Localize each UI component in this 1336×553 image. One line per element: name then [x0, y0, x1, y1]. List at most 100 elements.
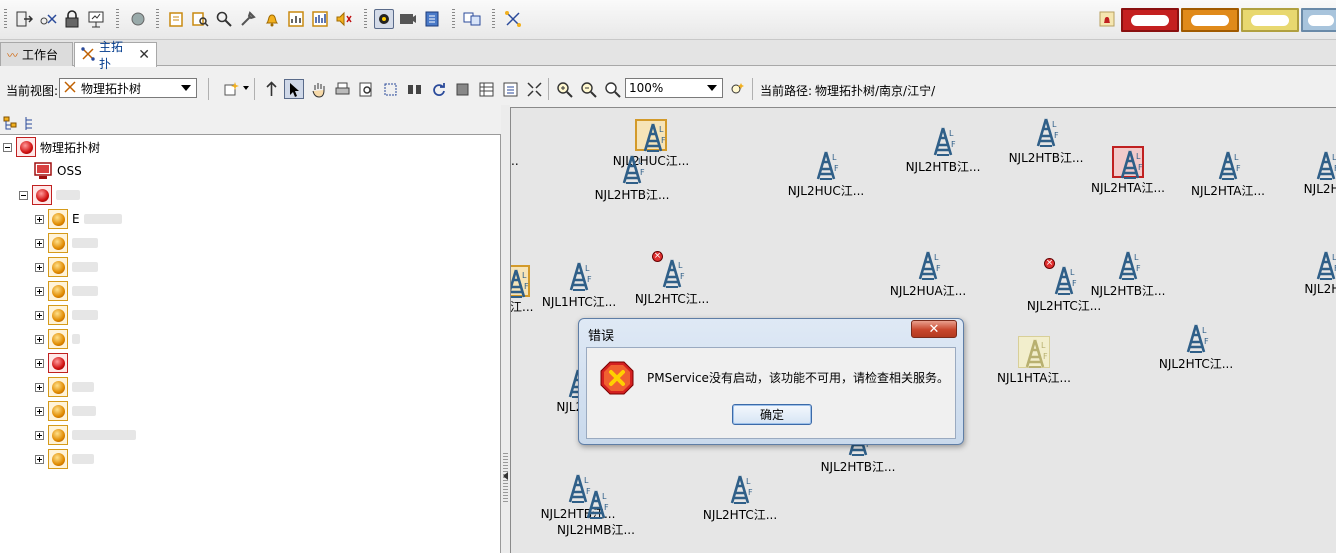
print-preview-icon[interactable]: [356, 79, 376, 99]
expand-icon[interactable]: [35, 334, 44, 344]
tree-node-region[interactable]: [19, 184, 80, 206]
topology-node[interactable]: L F NJL2HUC江...: [771, 149, 881, 199]
mute-icon[interactable]: [334, 9, 354, 29]
topology-node[interactable]: LF NJL2HTB江...: [577, 153, 687, 203]
minor-alarm-indicator[interactable]: [1241, 8, 1299, 32]
tree-node-child[interactable]: [35, 376, 94, 398]
toolbar-grip[interactable]: [156, 9, 159, 29]
topology-node[interactable]: L F NJL2HUA江...: [873, 249, 983, 299]
toolbar-grip[interactable]: [492, 9, 495, 29]
save-icon[interactable]: [452, 79, 472, 99]
disconnect-icon[interactable]: [38, 9, 58, 29]
print-icon[interactable]: [332, 79, 352, 99]
tree-node-child[interactable]: [35, 328, 80, 350]
new-node-icon[interactable]: [221, 79, 241, 99]
view-select[interactable]: 物理拓扑树: [59, 78, 197, 98]
tab-main-topology[interactable]: 主拓扑 ✕: [74, 40, 157, 71]
dialog-close-button[interactable]: ✕: [911, 320, 957, 338]
expand-icon[interactable]: [35, 358, 44, 368]
select-area-icon[interactable]: [380, 79, 400, 99]
pan-hand-icon[interactable]: [308, 79, 328, 99]
layout-icon[interactable]: [500, 79, 520, 99]
toolbar-grip[interactable]: [4, 9, 7, 29]
topology-node[interactable]: LF NJL2HTB江...: [888, 125, 998, 175]
network-icon[interactable]: [128, 9, 148, 29]
tree-node-child[interactable]: [35, 424, 136, 446]
topology-node[interactable]: LF NJL2HTB江...: [1073, 249, 1183, 299]
collapse-left-icon[interactable]: [503, 472, 508, 480]
expand-icon[interactable]: [35, 238, 44, 248]
expand-icon[interactable]: [35, 214, 44, 224]
lock-icon[interactable]: [62, 9, 82, 29]
tree-node-oss[interactable]: OSS: [33, 160, 82, 182]
zoom-out-icon[interactable]: [578, 79, 598, 99]
zoom-settings-icon[interactable]: [727, 79, 747, 99]
find-icon[interactable]: [404, 79, 424, 99]
expand-icon[interactable]: [35, 262, 44, 272]
topology-node[interactable]: L F NJL2HTA江...: [1173, 149, 1283, 199]
window-layout-icon[interactable]: [462, 9, 482, 29]
tree-node-child[interactable]: [35, 280, 98, 302]
topology-node[interactable]: L F NJL2HTC江...: [1141, 322, 1251, 372]
tree-node-child[interactable]: [35, 304, 98, 326]
tree-node-child[interactable]: [35, 352, 68, 374]
zoom-select[interactable]: 100%: [625, 78, 723, 98]
chevron-down-icon[interactable]: [181, 85, 191, 91]
zoom-reset-icon[interactable]: [602, 79, 622, 99]
pointer-icon[interactable]: [284, 79, 304, 99]
table-icon[interactable]: [476, 79, 496, 99]
toolbar-grip[interactable]: [364, 9, 367, 29]
toolbar-grip[interactable]: [116, 9, 119, 29]
expand-all-icon[interactable]: [0, 113, 20, 133]
report-icon[interactable]: [286, 9, 306, 29]
expand-icon[interactable]: [35, 430, 44, 440]
topology-node[interactable]: L F NJL1HTA江...: [979, 336, 1089, 386]
topology-node[interactable]: L F × NJL2HTC江...: [617, 251, 727, 307]
expand-icon[interactable]: [35, 406, 44, 416]
topology-node[interactable]: L F NJL2HTA江...: [1073, 146, 1183, 196]
tree-node-child[interactable]: [35, 448, 94, 470]
topology-node[interactable]: LFNJL2HT: [1271, 249, 1336, 296]
bell-icon[interactable]: [262, 9, 282, 29]
ok-button[interactable]: 确定: [732, 404, 812, 425]
statistics-icon[interactable]: [310, 9, 330, 29]
presentation-icon[interactable]: [86, 9, 106, 29]
tree-node-child[interactable]: [35, 400, 96, 422]
refresh-icon[interactable]: [428, 79, 448, 99]
major-alarm-indicator[interactable]: [1181, 8, 1239, 32]
expand-icon[interactable]: [35, 286, 44, 296]
camera-icon[interactable]: [398, 9, 418, 29]
tree-node-child[interactable]: [35, 232, 98, 254]
tree-node-child[interactable]: E: [35, 208, 122, 230]
topology-link-icon[interactable]: [503, 9, 523, 29]
topology-node[interactable]: L F NJL2HTC江...: [685, 473, 795, 523]
tree-node-root[interactable]: 物理拓扑树: [3, 136, 100, 158]
alarm-browse-icon[interactable]: [166, 9, 186, 29]
collapse-icon[interactable]: [19, 190, 28, 200]
alarm-bell-icon[interactable]: [1097, 9, 1117, 29]
zoom-in-icon[interactable]: [554, 79, 574, 99]
close-icon[interactable]: ✕: [138, 47, 150, 63]
info-icon[interactable]: [422, 9, 442, 29]
topology-node[interactable]: LFNJL2HU: [1271, 149, 1336, 196]
critical-alarm-indicator[interactable]: [1121, 8, 1179, 32]
toolbar-grip[interactable]: [452, 9, 455, 29]
collapse-all-icon[interactable]: [20, 113, 40, 133]
topology-node[interactable]: L F NJL2HMB江...: [541, 488, 651, 538]
tree-node-child[interactable]: [35, 256, 98, 278]
collapse-icon[interactable]: [3, 142, 12, 152]
warning-alarm-indicator[interactable]: [1301, 8, 1336, 32]
login-icon[interactable]: [14, 9, 34, 29]
tab-workbench[interactable]: 〰 工作台: [0, 42, 73, 66]
panel-splitter[interactable]: [501, 105, 510, 553]
search-icon[interactable]: [214, 9, 234, 29]
expand-icon[interactable]: [35, 310, 44, 320]
expand-icon[interactable]: [35, 382, 44, 392]
settings-icon[interactable]: [374, 9, 394, 29]
fit-window-icon[interactable]: [524, 79, 544, 99]
alarm-search-icon[interactable]: [190, 9, 210, 29]
chevron-down-icon[interactable]: [243, 86, 249, 90]
tools-icon[interactable]: [238, 9, 258, 29]
move-up-icon[interactable]: [261, 79, 281, 99]
chevron-down-icon[interactable]: [707, 85, 717, 91]
